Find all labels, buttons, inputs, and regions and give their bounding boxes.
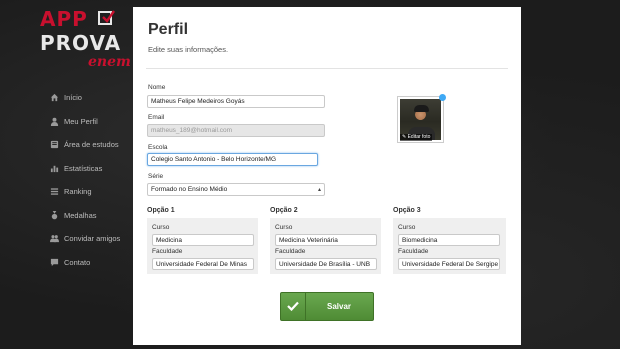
sidebar-item-area-de-estudos[interactable]: Área de estudos [0, 133, 133, 157]
option-2-course-field[interactable]: Medicina Veterinária [275, 234, 377, 246]
sidebar-item-inicio[interactable]: Início [0, 86, 133, 110]
option-3-course-label: Curso [398, 224, 416, 231]
save-button-label: Salvar [326, 302, 352, 311]
option-3-box: Curso Biomedicina Faculdade Universidade… [393, 218, 506, 274]
sidebar-item-medalhas[interactable]: Medalhas [0, 204, 133, 228]
logo-line-3: enem [88, 54, 131, 70]
sidebar-item-label: Convidar amigos [64, 234, 121, 244]
sidebar-item-label: Ranking [64, 187, 92, 197]
home-icon [50, 93, 59, 102]
app-logo[interactable]: APP PROVA enem [40, 7, 131, 70]
status-badge [439, 94, 446, 101]
sidebar-item-ranking[interactable]: Ranking [0, 180, 133, 204]
logo-line-2: PROVA [40, 31, 122, 55]
grade-select-value: Formado no Ensino Médio [151, 186, 228, 193]
sidebar-item-label: Estatísticas [64, 163, 103, 173]
checkmark-icon [281, 293, 306, 320]
school-field[interactable]: Colegio Santo Antonio - Belo Horizonte/M… [147, 153, 318, 166]
chart-icon [50, 165, 59, 172]
sidebar-item-estatisticas[interactable]: Estatísticas [0, 157, 133, 181]
chat-icon [50, 258, 59, 266]
edit-photo-button[interactable]: ✎ Editar foto [400, 134, 433, 141]
school-label: Escola [148, 144, 168, 151]
option-1-faculty-label: Faculdade [152, 248, 183, 255]
page-subtitle: Edite suas informações. [148, 45, 229, 54]
edit-photo-label: Editar foto [407, 134, 431, 140]
option-3-title: Opção 3 [393, 207, 421, 214]
list-icon [50, 188, 59, 195]
option-3-faculty-label: Faculdade [398, 248, 429, 255]
sidebar-item-meu-perfil[interactable]: Meu Perfil [0, 110, 133, 134]
sidebar-item-label: Área de estudos [64, 140, 119, 150]
sidebar-item-contato[interactable]: Contato [0, 251, 133, 275]
grade-label: Série [148, 173, 164, 180]
option-2-course-label: Curso [275, 224, 293, 231]
sidebar-nav: Início Meu Perfil Área de estudos Estatí… [0, 86, 133, 274]
book-icon [50, 140, 59, 149]
users-icon [50, 235, 59, 243]
grade-select[interactable]: Formado no Ensino Médio ▴▾ [147, 183, 325, 196]
sidebar-item-label: Início [64, 93, 82, 103]
logo-line-1: APP [40, 7, 88, 31]
sidebar-item-convidar-amigos[interactable]: Convidar amigos [0, 227, 133, 251]
option-1-box: Curso Medicina Faculdade Universidade Fe… [147, 218, 258, 274]
option-1-course-field[interactable]: Medicina [152, 234, 254, 246]
option-2-box: Curso Medicina Veterinária Faculdade Uni… [270, 218, 381, 274]
user-icon [50, 117, 59, 126]
option-2-faculty-label: Faculdade [275, 248, 306, 255]
select-arrows-icon: ▴▾ [317, 187, 321, 193]
option-1-course-label: Curso [152, 224, 170, 231]
sidebar-item-label: Contato [64, 257, 91, 267]
medal-icon [51, 210, 58, 219]
divider [146, 68, 508, 69]
profile-photo[interactable]: ✎ Editar foto [397, 94, 446, 143]
option-3-faculty-field[interactable]: Universidade Federal De Sergipe [398, 258, 500, 270]
profile-panel: Perfil Edite suas informações. Nome Math… [133, 7, 521, 345]
name-field[interactable]: Matheus Felipe Medeiros Goyás [147, 95, 325, 108]
option-1-title: Opção 1 [147, 207, 175, 214]
option-2-title: Opção 2 [270, 207, 298, 214]
option-2-faculty-field[interactable]: Universidade De Brasília - UNB [275, 258, 377, 270]
option-1-faculty-field[interactable]: Universidade Federal De Minas [152, 258, 254, 270]
save-button[interactable]: Salvar [280, 292, 374, 321]
checkbox-logo-icon [98, 10, 115, 25]
sidebar-item-label: Medalhas [64, 210, 97, 220]
avatar-hair [414, 105, 429, 112]
name-label: Nome [148, 84, 166, 91]
email-label: Email [148, 114, 165, 121]
sidebar: APP PROVA enem Início Meu Perfil Área de… [0, 0, 133, 349]
sidebar-item-label: Meu Perfil [64, 116, 98, 126]
option-3-course-field[interactable]: Biomedicina [398, 234, 500, 246]
email-field: matheus_189@hotmail.com [147, 124, 325, 137]
page-title: Perfil [148, 21, 189, 38]
